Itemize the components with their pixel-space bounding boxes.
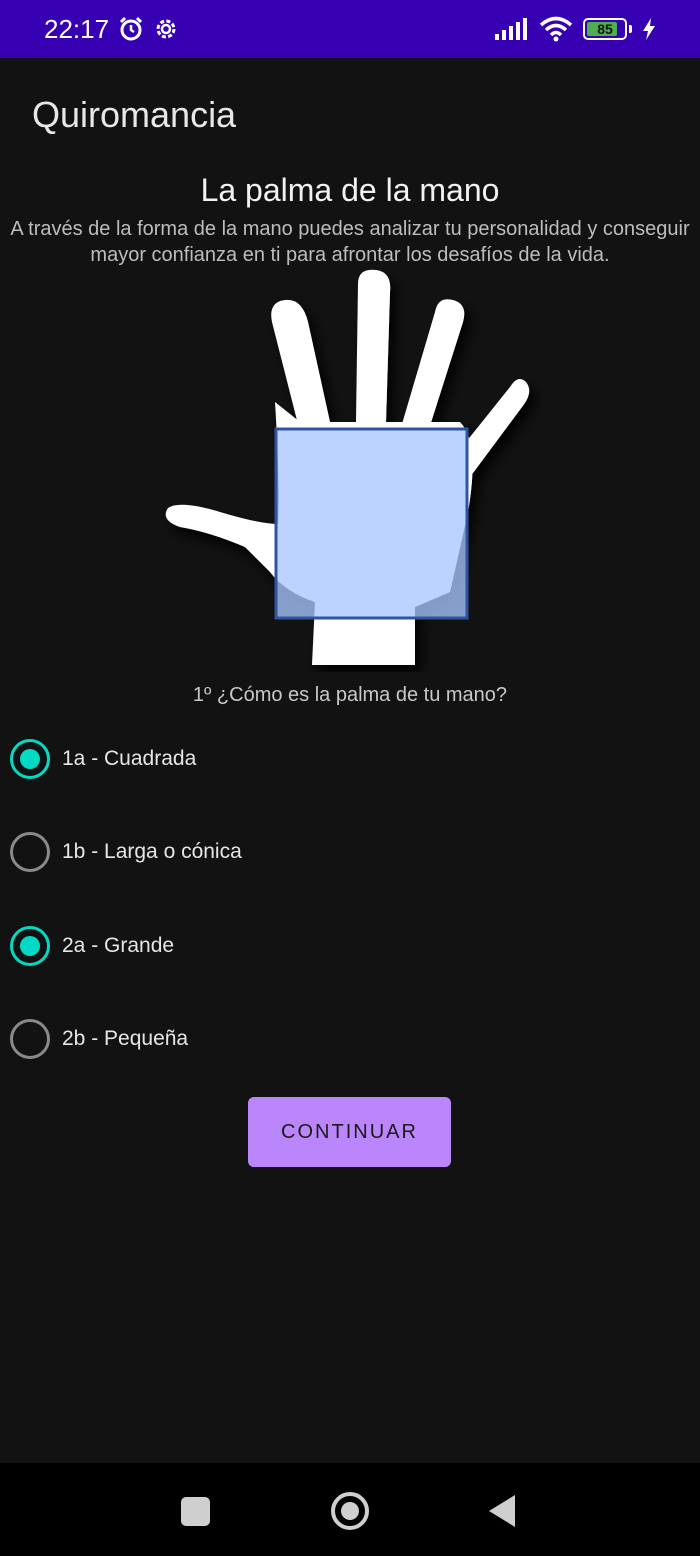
radio-button[interactable] [10, 832, 50, 872]
back-icon[interactable] [489, 1495, 515, 1527]
app-title: Quiromancia [32, 94, 237, 135]
alarm-icon [120, 16, 143, 41]
home-icon[interactable] [331, 1492, 369, 1530]
radio-button-checked[interactable] [10, 926, 50, 966]
option-2b[interactable]: 2b - Pequeña [10, 1017, 188, 1061]
option-label: 2b - Pequeña [62, 1027, 189, 1050]
option-2a[interactable]: 2a - Grande [10, 924, 174, 968]
section-title: La palma de la mano [200, 172, 500, 208]
radio-button-checked[interactable] [10, 739, 50, 779]
section-description: A través de la forma de la mano puedes a… [10, 218, 690, 266]
question-text: 1º ¿Cómo es la palma de tu mano? [192, 684, 508, 706]
battery-level: 85 [597, 21, 613, 37]
navigation-bar [0, 1463, 700, 1556]
recents-icon[interactable] [181, 1497, 210, 1526]
option-1a[interactable]: 1a - Cuadrada [10, 737, 196, 781]
battery-icon: 85 [583, 18, 627, 40]
palm-highlight [274, 427, 469, 620]
radio-button[interactable] [10, 1019, 50, 1059]
signal-icon [495, 18, 527, 40]
charging-icon [643, 18, 655, 40]
hand-palm-illustration [165, 269, 530, 665]
option-label: 1a - Cuadrada [62, 747, 197, 770]
status-bar: 22:17 85 [0, 0, 700, 58]
continue-button[interactable]: CONTINUAR [248, 1097, 451, 1167]
option-label: 2a - Grande [62, 934, 175, 957]
option-label: 1b - Larga o cónica [62, 840, 242, 863]
wifi-icon [539, 16, 573, 42]
status-time: 22:17 [44, 13, 110, 44]
option-1b[interactable]: 1b - Larga o cónica [10, 830, 242, 874]
settings-icon [156, 19, 176, 39]
